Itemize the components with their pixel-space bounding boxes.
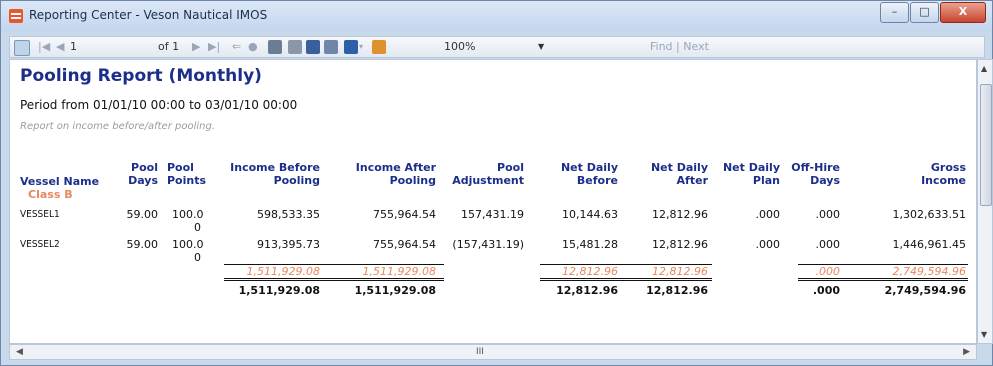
zoom-select[interactable]: 100% ▼ [444, 39, 564, 55]
subtotal-income-after: 1,511,929.08 [362, 265, 436, 278]
header-net-daily-after: Net Daily After [650, 161, 708, 187]
report-viewer: Pooling Report (Monthly) Period from 01/… [9, 59, 977, 344]
vertical-scroll-thumb[interactable] [980, 84, 992, 206]
gross-income-cell: 1,302,633.51 [892, 208, 966, 221]
maximize-button[interactable]: □ [910, 2, 939, 23]
scroll-left-icon[interactable]: ◀ [16, 347, 23, 357]
export-dropdown-icon[interactable]: ▾ [359, 40, 363, 54]
export-icon[interactable] [344, 40, 358, 54]
next-link[interactable]: Next [683, 40, 709, 53]
find-text-input[interactable] [570, 40, 640, 54]
income-before-cell: 598,533.35 [257, 208, 320, 221]
subtotal-offhire: .000 [815, 265, 841, 278]
net-daily-before-cell: 15,481.28 [562, 238, 618, 251]
pool-days-cell: 59.00 [126, 208, 159, 221]
total-income-after: 1,511,929.08 [354, 284, 436, 297]
report-title: Pooling Report (Monthly) [20, 66, 262, 86]
print-icon[interactable] [288, 40, 302, 54]
document-map-icon[interactable] [14, 40, 30, 56]
pool-points-cell: 100.0 0 [172, 238, 204, 264]
header-income-after: Income After Pooling [355, 161, 436, 187]
header-income-before: Income Before Pooling [230, 161, 320, 187]
scroll-down-icon[interactable]: ▼ [981, 330, 987, 339]
net-daily-plan-cell: .000 [755, 208, 781, 221]
subtotal-income-before: 1,511,929.08 [246, 265, 320, 278]
horizontal-scrollbar[interactable]: ◀ III ▶ [9, 344, 977, 360]
current-page-field[interactable]: 1 [70, 40, 77, 54]
pool-adjustment-cell: 157,431.19 [461, 208, 524, 221]
header-vessel-name: Vessel Name [20, 175, 100, 188]
page-setup-icon[interactable] [324, 40, 338, 54]
header-pool-days: Pool Days [128, 161, 158, 187]
header-pool-points: Pool Points [167, 161, 207, 187]
refresh-icon[interactable] [268, 40, 282, 54]
stop-icon[interactable]: ● [248, 40, 258, 54]
subtotal-gross: 2,749,594.96 [892, 265, 966, 278]
offhire-days-cell: .000 [815, 208, 841, 221]
vertical-scrollbar[interactable]: ▲ ▼ [977, 59, 993, 344]
report-toolbar: |◀ ◀ 1 of 1 ▶ ▶| ⇐ ● ▾ 100% ▼ Find | Nex… [9, 36, 985, 58]
header-net-daily-plan: Net Daily Plan [722, 161, 780, 187]
total-net-after: 12,812.96 [646, 284, 708, 297]
header-net-daily-before: Net Daily Before [560, 161, 618, 187]
minimize-button[interactable]: – [880, 2, 909, 23]
net-daily-before-cell: 10,144.63 [562, 208, 618, 221]
pool-days-cell: 59.00 [126, 238, 159, 251]
income-after-cell: 755,964.54 [373, 238, 436, 251]
header-offhire-days: Off-Hire Days [791, 161, 840, 187]
net-daily-plan-cell: .000 [755, 238, 781, 251]
previous-page-icon[interactable]: ◀ [56, 40, 64, 54]
back-icon[interactable]: ⇐ [232, 40, 241, 54]
report-period: Period from 01/01/10 00:00 to 03/01/10 0… [20, 98, 298, 112]
horizontal-scroll-grip[interactable]: III [476, 347, 484, 357]
total-net-before: 12,812.96 [556, 284, 618, 297]
find-link[interactable]: Find [650, 40, 673, 53]
page-count-label: of 1 [158, 40, 180, 53]
app-logo-icon [9, 9, 23, 23]
close-button[interactable]: X [940, 2, 986, 23]
print-layout-icon[interactable] [306, 40, 320, 54]
offhire-days-cell: .000 [815, 238, 841, 251]
income-before-cell: 913,395.73 [257, 238, 320, 251]
pool-adjustment-cell: (157,431.19) [452, 238, 524, 251]
report-note: Report on income before/after pooling. [20, 121, 216, 132]
next-page-icon[interactable]: ▶ [192, 40, 200, 54]
chevron-down-icon: ▼ [538, 42, 545, 51]
total-offhire: .000 [812, 284, 840, 297]
header-pool-adjustment: Pool Adjustment [452, 161, 524, 187]
gross-income-cell: 1,446,961.45 [892, 238, 966, 251]
excel-export-icon[interactable] [372, 40, 386, 54]
subtotal-net-before: 12,812.96 [562, 265, 618, 278]
net-daily-after-cell: 12,812.96 [652, 208, 708, 221]
window-title: Reporting Center - Veson Nautical IMOS [29, 8, 268, 22]
net-daily-after-cell: 12,812.96 [652, 238, 708, 251]
first-page-icon[interactable]: |◀ [38, 40, 50, 54]
header-gross-income: Gross Income [921, 161, 966, 187]
total-double-line [224, 278, 444, 281]
total-income-before: 1,511,929.08 [238, 284, 320, 297]
scroll-up-icon[interactable]: ▲ [981, 64, 987, 73]
class-label: Class B [28, 188, 73, 201]
income-after-cell: 755,964.54 [373, 208, 436, 221]
total-gross: 2,749,594.96 [884, 284, 966, 297]
total-double-line [540, 278, 712, 281]
last-page-icon[interactable]: ▶| [208, 40, 220, 54]
reporting-center-window: Reporting Center - Veson Nautical IMOS –… [0, 0, 993, 366]
vessel-name-cell: VESSEL2 [20, 239, 60, 250]
total-double-line [798, 278, 968, 281]
pool-points-cell: 100.0 0 [172, 208, 204, 234]
title-bar: Reporting Center - Veson Nautical IMOS –… [1, 1, 992, 31]
subtotal-net-after: 12,812.96 [652, 265, 708, 278]
scroll-right-icon[interactable]: ▶ [963, 347, 970, 357]
vessel-name-cell: VESSEL1 [20, 209, 60, 220]
